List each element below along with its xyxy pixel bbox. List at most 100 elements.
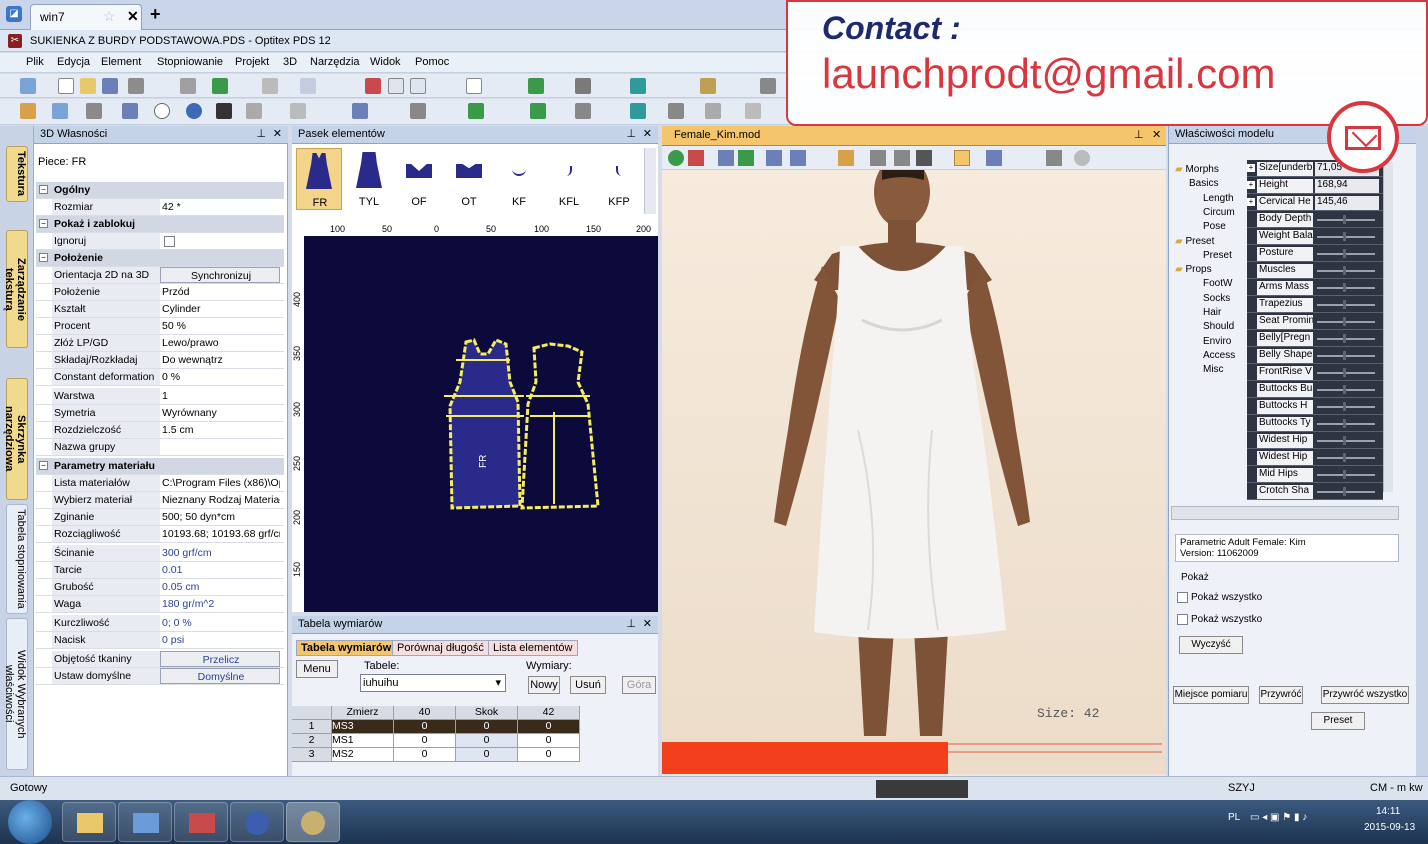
slider-thumb[interactable]	[1343, 453, 1346, 462]
app-icon[interactable]: ✂	[8, 34, 22, 48]
table-cell[interactable]: MS3	[332, 720, 394, 734]
tab-lista-elementow[interactable]: Lista elementów	[488, 640, 578, 656]
menu-3d[interactable]: 3D	[283, 56, 297, 68]
star-icon[interactable]: ☆	[103, 8, 116, 25]
table-cell[interactable]: MS2	[332, 748, 394, 762]
param-slider[interactable]	[1317, 253, 1375, 255]
param-slider[interactable]	[1317, 219, 1375, 221]
tree-item[interactable]: Should	[1203, 321, 1234, 332]
table-icon[interactable]	[668, 103, 684, 119]
param-slider[interactable]	[1317, 440, 1375, 442]
param-slider[interactable]	[1317, 389, 1375, 391]
tree-item[interactable]: FootW	[1203, 278, 1232, 289]
expand-icon[interactable]: +	[1247, 181, 1255, 189]
table-cell[interactable]: 0	[394, 720, 456, 734]
table-cell[interactable]: 2	[292, 734, 332, 748]
tabele-select[interactable]: iuhuihu ▾	[360, 674, 506, 692]
people-icon[interactable]	[1046, 150, 1062, 166]
param-slider[interactable]	[1317, 457, 1375, 459]
model-param-row[interactable]: Crotch Sha	[1247, 483, 1383, 500]
globe-tool-icon[interactable]	[186, 103, 202, 119]
param-slider[interactable]	[1317, 304, 1375, 306]
tree-item[interactable]: Preset	[1203, 250, 1232, 261]
cut-icon[interactable]	[365, 78, 381, 94]
browser-tab[interactable]: win7 ☆ ✕	[30, 4, 142, 30]
new-button[interactable]: Nowy	[528, 676, 560, 694]
tree-hscrollbar[interactable]	[1171, 506, 1399, 520]
taskbar-app[interactable]	[230, 802, 284, 842]
browser-logo-icon[interactable]: ◪	[6, 6, 22, 22]
ignore-checkbox[interactable]	[164, 236, 175, 247]
slider-thumb[interactable]	[1343, 368, 1346, 377]
excel-icon[interactable]	[212, 78, 228, 94]
property-row[interactable]: Zginanie 500; 50 dyn*cm	[36, 509, 284, 526]
language-indicator[interactable]: PL	[1228, 812, 1240, 823]
property-value[interactable]: Przód	[160, 284, 280, 300]
pin-icon[interactable]: ⊥	[1134, 128, 1144, 141]
property-row[interactable]: Kształt Cylinder	[36, 301, 284, 318]
frame-icon[interactable]	[766, 150, 782, 166]
piece-tool-icon[interactable]	[86, 103, 102, 119]
close-icon[interactable]: ✕	[273, 127, 282, 140]
curve-tool-icon[interactable]	[290, 103, 306, 119]
point-tool-icon[interactable]	[20, 103, 36, 119]
property-row[interactable]: Rozciągliwość 10193.68; 10193.68 grf/cm	[36, 526, 284, 543]
snap-tools-icon[interactable]	[876, 780, 968, 798]
piece-thumb-kf[interactable]: KF	[496, 148, 542, 210]
elements-scrollbar[interactable]	[644, 148, 656, 214]
property-value[interactable]: 42 *	[160, 199, 280, 215]
table-cell[interactable]: 0	[518, 720, 580, 734]
restore-button[interactable]: Przywróć	[1259, 686, 1303, 704]
property-value[interactable]: Lewo/prawo	[160, 335, 280, 351]
property-value[interactable]: 300 grf/cm	[160, 545, 280, 561]
property-row[interactable]: Ustaw domyślne Domyślne	[36, 668, 284, 685]
property-value[interactable]: 500; 50 dyn*cm	[160, 509, 280, 525]
property-value[interactable]: Do wewnątrz	[160, 352, 280, 368]
close-icon[interactable]: ✕	[1152, 128, 1161, 141]
zoom-icon[interactable]	[262, 78, 278, 94]
column-header[interactable]: 42	[518, 706, 580, 720]
display-icon[interactable]	[986, 150, 1002, 166]
property-category[interactable]: − Parametry materiału	[36, 458, 284, 475]
property-row[interactable]: Ignoruj	[36, 233, 284, 250]
copy-icon[interactable]	[388, 78, 404, 94]
show-all-checkbox-1[interactable]	[1177, 592, 1188, 603]
model-param-row[interactable]: Mid Hips	[1247, 466, 1383, 483]
collapse-icon[interactable]: −	[39, 461, 48, 470]
plot-icon[interactable]	[180, 78, 196, 94]
restore-all-button[interactable]: Przywróć wszystko	[1321, 686, 1409, 704]
params-scrollbar[interactable]	[1383, 162, 1393, 492]
tab-porownaj-dlugosc[interactable]: Porównaj długość	[392, 640, 489, 656]
side-tab-widok-wybranych[interactable]: Widok Wybranych właściwości	[3, 618, 28, 770]
model-param-row[interactable]: FrontRise V	[1247, 364, 1383, 381]
piece-thumb-fr[interactable]: FR	[296, 148, 342, 210]
property-row[interactable]: Warstwa 1	[36, 388, 284, 405]
table-cell[interactable]: 0	[456, 748, 518, 762]
model-param-row[interactable]: Buttocks Bu	[1247, 381, 1383, 398]
menu-pomoc[interactable]: Pomoc	[415, 56, 449, 68]
property-button[interactable]: Synchronizuj	[160, 267, 280, 283]
table-cell[interactable]: 0	[456, 720, 518, 734]
slider-thumb[interactable]	[1343, 317, 1346, 326]
property-value[interactable]: 50 %	[160, 318, 280, 334]
collapse-icon[interactable]: −	[39, 253, 48, 262]
property-value[interactable]: 10193.68; 10193.68 grf/cm	[160, 526, 280, 542]
model-param-row[interactable]: Buttocks Ty	[1247, 415, 1383, 432]
property-row[interactable]: Symetria Wyrównany	[36, 405, 284, 422]
side-tab-zarzadzanie-tekstura[interactable]: Zarządzanie teksturą	[3, 230, 28, 348]
delete-button[interactable]: Usuń	[570, 676, 606, 694]
tree-folder[interactable]: ▰ Props	[1175, 264, 1212, 275]
slider-thumb[interactable]	[1343, 436, 1346, 445]
property-value[interactable]: 0.01	[160, 562, 280, 578]
model-param-row[interactable]: Cervical He 145,46 +	[1247, 194, 1383, 211]
model-param-row[interactable]: Trapezius	[1247, 296, 1383, 313]
light-icon[interactable]	[1074, 150, 1090, 166]
avatar-icon[interactable]	[954, 150, 970, 166]
table-row[interactable]: 2 MS1 0 0 0	[292, 734, 582, 748]
piece-thumb-kfp[interactable]: KFP	[596, 148, 642, 210]
front-piece[interactable]: FR	[444, 338, 524, 510]
property-button[interactable]: Domyślne	[160, 668, 280, 684]
save-icon[interactable]	[102, 78, 118, 94]
property-value[interactable]: 0; 0 %	[160, 615, 280, 631]
property-value[interactable]: 0 %	[160, 369, 280, 385]
